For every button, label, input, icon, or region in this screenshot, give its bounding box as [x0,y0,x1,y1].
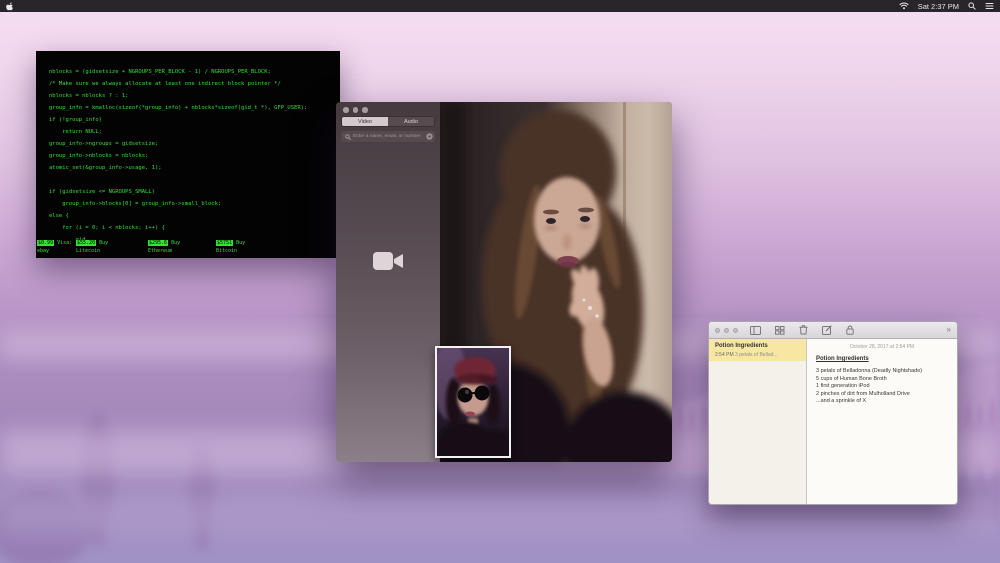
spotlight-button[interactable] [968,2,976,10]
lips [465,412,475,417]
wifi-icon [899,2,909,10]
notes-window[interactable]: » Potion Ingredients 2:54 PM 3 petals of… [708,321,958,505]
note-editor-pane[interactable]: October 28, 2017 at 2:54 PM Potion Ingre… [806,339,957,504]
toolbar-overflow-chevrons[interactable]: » [947,326,951,334]
grid-view-icon[interactable] [775,326,785,335]
note-item-preview: 3 petals of Bellad... [735,352,778,358]
tab-audio-label: Audio [404,119,418,125]
clock[interactable]: Sat 2:37 PM [918,2,959,11]
ticker-entry: $55.20 Buy Litecoin [76,240,148,255]
ticker-action: Buy [233,240,245,246]
close-button[interactable] [343,107,349,113]
facetime-window[interactable]: Video Audio [336,102,672,462]
ticker-asset: Bitcoin [216,248,276,256]
add-contact-icon[interactable] [426,133,433,140]
terminal-window[interactable]: nblocks = (gidsetsize + NGROUPS_PER_BLOC… [36,51,340,258]
ticker-action: Buy [96,240,108,246]
tab-video[interactable]: Video [342,117,388,126]
search-input[interactable] [353,134,426,139]
ticker-asset: Litecoin [76,248,148,256]
trash-icon[interactable] [799,325,808,335]
terminal-code: nblocks = (gidsetsize + NGROUPS_PER_BLOC… [36,51,340,246]
face [534,177,600,263]
lock-icon[interactable] [846,325,854,335]
clock-text: Sat 2:37 PM [918,2,959,11]
close-button[interactable] [715,328,720,333]
minimize-button[interactable] [353,107,359,113]
compose-icon[interactable] [822,325,832,335]
tab-audio[interactable]: Audio [388,117,434,126]
contact-search-field[interactable] [341,131,435,142]
note-item-title: Potion Ingredients [715,343,801,349]
ticker-action: Buy [168,240,180,246]
ticker-asset: Ethereum [148,248,216,256]
zoom-button[interactable] [733,328,738,333]
notes-list-pane: Potion Ingredients 2:54 PM 3 petals of B… [709,339,806,504]
ticker-entry: $295.6 Buy Ethereum [148,240,216,255]
self-view-pip[interactable] [435,346,511,458]
list-icon [985,2,994,10]
facetime-sidebar: Video Audio [336,102,440,462]
zoom-button[interactable] [362,107,368,113]
ticker-price-badge: $55.20 [76,240,96,246]
note-title: Potion Ingredients [816,356,957,362]
notes-toolbar: » [709,322,957,339]
notification-center-button[interactable] [985,2,994,10]
apple-icon [6,2,14,11]
ticker-asset: ebay [37,248,76,256]
note-item-time: 2:54 PM [715,352,734,358]
search-icon [968,2,976,10]
ticker-price-badge: $0.99 [37,240,54,246]
note-body: 3 petals of Belladonna (Deadly Nightshad… [816,368,957,406]
apple-menu[interactable] [6,2,14,11]
sidebar-toggle-icon[interactable] [750,326,761,335]
ticker-entry: $0.99 Visa: ebay [37,240,76,255]
window-controls [715,328,738,333]
ticker-price-badge: $295.6 [148,240,168,246]
window-controls [343,107,368,113]
ticker-entry: $5751 Buy Bitcoin [216,240,276,255]
wifi-menu[interactable] [899,2,909,10]
search-icon [345,134,351,140]
terminal-ticker: $0.99 Visa: ebay $55.20 Buy Litecoin $29… [37,240,276,255]
note-date: October 28, 2017 at 2:54 PM [807,344,957,350]
self-portrait [437,348,509,456]
note-list-item-selected[interactable]: Potion Ingredients 2:54 PM 3 petals of B… [709,339,806,361]
facetime-camera-area [336,250,440,277]
ticker-price-badge: $5751 [216,240,233,246]
menu-bar: Sat 2:37 PM [0,0,1000,12]
video-camera-icon [371,250,405,272]
call-type-tabs: Video Audio [341,116,435,127]
tab-video-label: Video [358,119,372,125]
ticker-action: Visa: [54,240,72,246]
minimize-button[interactable] [724,328,729,333]
